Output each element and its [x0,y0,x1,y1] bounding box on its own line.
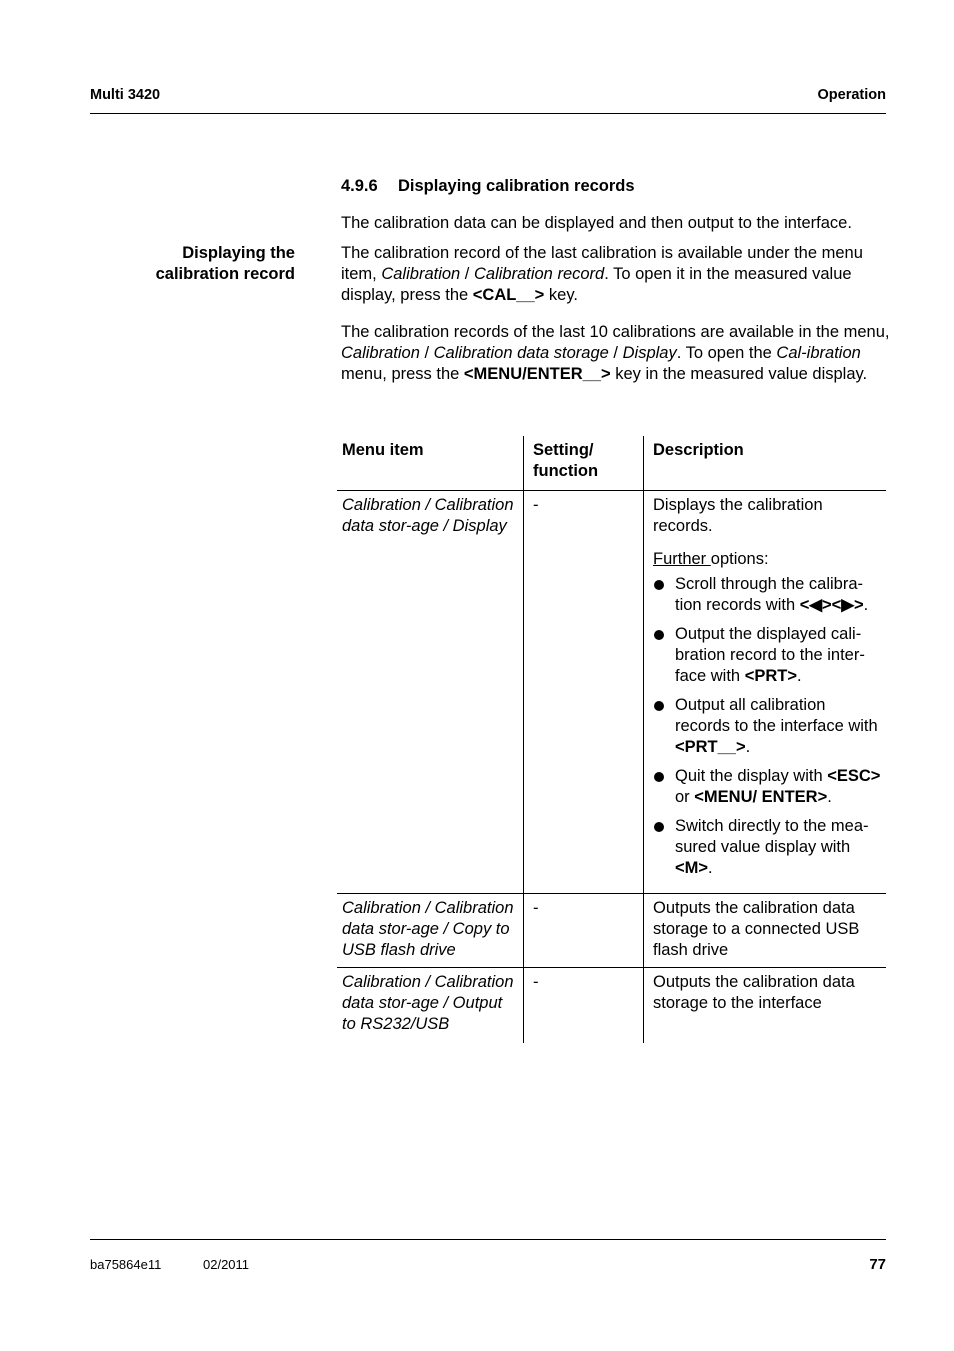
setting-cell: - [523,490,644,894]
menu-path: Cal-ibration [776,344,861,362]
text: / [419,344,434,362]
intro-paragraph: The calibration data can be displayed an… [341,214,852,232]
table-row: Calibration / Calibration data stor-age … [337,967,886,1044]
further-rest: options: [710,550,769,568]
menu-path: Calibration [381,265,461,283]
key-name: <ESC> [827,767,881,785]
key-name: <PRT> [744,667,797,685]
menu-item-path: Calibration / Calibration data stor-age … [342,973,514,1033]
menu-table: Menu item Setting/ function Description … [337,436,886,1043]
bullet-icon [654,822,664,832]
option-text: Quit the display with [675,767,828,785]
bullet-icon [654,580,664,590]
menu-path: Calibration record [473,265,605,283]
option-text: Output all calibration records to the in… [675,696,878,735]
table-row: Calibration / Calibration data stor-age … [337,490,886,894]
text: / [460,265,474,283]
further-underlined: Further [653,550,711,568]
table-row: Calibration / Calibration data stor-age … [337,893,886,968]
menu-path: Display [622,344,677,362]
option-end: . [745,738,751,756]
menu-item-cell: Calibration / Calibration data stor-age … [337,893,524,968]
list-item: Switch directly to the mea-sured value d… [653,816,881,879]
option-text: Switch directly to the mea-sured value d… [675,817,869,856]
side-heading: Displaying the calibration record [156,243,295,285]
text: key. [544,286,578,304]
key-name: <◀><▶> [799,596,864,614]
calibration-record-paragraph: The calibration record of the last calib… [341,243,891,306]
list-item: Output all calibration records to the in… [653,695,881,758]
key-name: <CAL__> [472,286,545,304]
column-header-setting: Setting/ function [523,436,644,491]
footer-doc-id: ba75864e11 [90,1257,162,1272]
text: menu, press the [341,365,464,383]
key-name: <PRT__> [675,738,746,756]
further-options-label: Further options: [653,549,881,570]
side-heading-line2: calibration record [155,265,295,283]
calibration-storage-paragraph: The calibration records of the last 10 c… [341,322,891,385]
list-item: Output the displayed cali-bration record… [653,624,881,687]
key-name: <MENU/ ENTER> [694,788,828,806]
text: The calibration records of the last 10 c… [341,323,890,341]
section-number: 4.9.6 [341,177,378,195]
setting-cell: - [523,893,644,968]
section-title: Displaying calibration records [398,177,635,195]
menu-item-path: Calibration / Calibration data stor-age … [342,496,514,535]
setting-cell: - [523,967,644,1043]
menu-path: Calibration data storage [433,344,609,362]
menu-item-cell: Calibration / Calibration data stor-age … [337,968,524,1044]
footer-date: 02/2011 [203,1257,250,1272]
text: . To open the [676,344,777,362]
page-number: 77 [869,1256,886,1273]
column-header-description: Description [643,436,886,491]
bullet-icon [654,701,664,711]
option-end: . [796,667,802,685]
key-name: <M> [675,859,709,877]
key-name: <MENU/ENTER__> [463,365,611,383]
section-heading: 4.9.6 Displaying calibration records [341,177,635,196]
text: key in the measured value display. [610,365,868,383]
menu-path: Calibration [341,344,420,362]
header-divider [90,113,886,114]
option-mid: or [675,788,695,806]
bullet-icon [654,772,664,782]
description-cell: Outputs the calibration data storage to … [643,967,886,1043]
header-product-name: Multi 3420 [90,87,161,103]
bullet-icon [654,630,664,640]
list-item: Scroll through the calibra-tion records … [653,574,881,616]
header-chapter: Operation [817,87,886,103]
description-text: Displays the calibration records. [653,496,823,535]
list-item: Quit the display with <ESC> or <MENU/ EN… [653,766,881,808]
description-cell: Displays the calibration records. Furthe… [643,490,886,894]
option-end: . [708,859,713,877]
option-end: . [827,788,832,806]
column-header-menu-item: Menu item [337,436,524,491]
menu-item-path: Calibration / Calibration data stor-age … [342,899,514,959]
side-heading-line1: Displaying the [182,244,295,262]
table-header-row: Menu item Setting/ function Description [337,436,886,491]
footer-divider [90,1239,886,1240]
options-list: Scroll through the calibra-tion records … [653,574,881,879]
menu-item-cell: Calibration / Calibration data stor-age … [337,490,524,894]
column-header-setting-label: Setting/ function [533,441,599,480]
option-end: . [863,596,869,614]
text: / [608,344,623,362]
description-cell: Outputs the calibration data storage to … [643,893,886,968]
